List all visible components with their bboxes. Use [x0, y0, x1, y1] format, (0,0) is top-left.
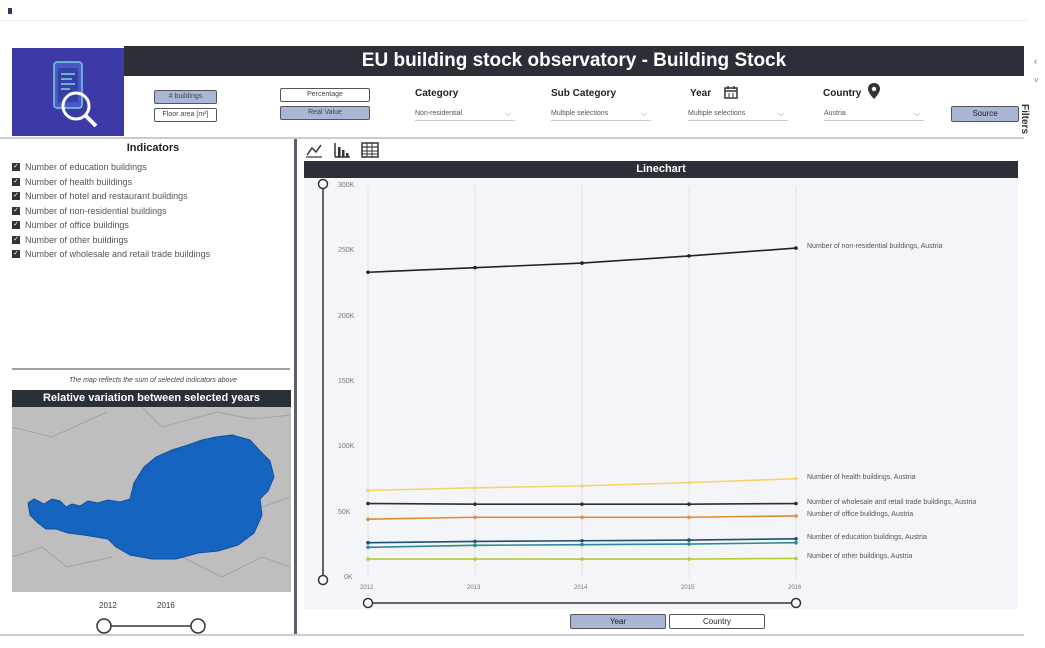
- series-end-label: Number of wholesale and retail trade bui…: [807, 498, 977, 506]
- data-point[interactable]: [687, 538, 691, 542]
- data-point[interactable]: [580, 557, 584, 561]
- data-point[interactable]: [366, 540, 370, 545]
- data-point[interactable]: [687, 515, 691, 520]
- series-end-label: Number of other buildings, Austria: [807, 553, 913, 561]
- data-point[interactable]: [366, 557, 370, 561]
- series-end-label: Number of office buildings, Austria: [807, 510, 914, 518]
- data-point[interactable]: [794, 556, 798, 561]
- data-point[interactable]: [794, 537, 798, 541]
- data-point[interactable]: [580, 261, 584, 265]
- data-point[interactable]: [580, 542, 584, 547]
- data-point[interactable]: [580, 502, 584, 506]
- data-point[interactable]: [473, 502, 477, 506]
- data-point[interactable]: [794, 540, 798, 545]
- series-end-label: Number of non-residential buildings, Aus…: [807, 243, 943, 251]
- year-view-button[interactable]: Year: [570, 614, 666, 629]
- data-point[interactable]: [366, 488, 370, 493]
- data-point[interactable]: [473, 557, 477, 561]
- y-slider-handle-bottom[interactable]: [317, 574, 329, 586]
- data-point[interactable]: [366, 545, 370, 550]
- data-point[interactable]: [473, 486, 477, 490]
- data-point[interactable]: [794, 476, 798, 481]
- data-point[interactable]: [687, 502, 691, 506]
- data-point[interactable]: [580, 538, 584, 543]
- data-point[interactable]: [580, 484, 584, 488]
- data-point[interactable]: [473, 543, 477, 548]
- x-slider-handle-end[interactable]: [790, 597, 802, 609]
- data-point[interactable]: [473, 265, 477, 270]
- series-end-label: Number of education buildings, Austria: [807, 533, 927, 541]
- data-point[interactable]: [687, 480, 691, 485]
- data-point[interactable]: [366, 270, 370, 275]
- data-point[interactable]: [794, 501, 798, 506]
- x-slider-handle-start[interactable]: [362, 597, 374, 609]
- country-view-button[interactable]: Country: [669, 614, 765, 629]
- data-point[interactable]: [687, 254, 691, 258]
- data-point[interactable]: [580, 515, 584, 520]
- data-point[interactable]: [687, 557, 691, 561]
- data-point[interactable]: [473, 539, 477, 544]
- data-point[interactable]: [366, 517, 370, 521]
- data-point[interactable]: [794, 514, 798, 518]
- data-point[interactable]: [473, 515, 477, 520]
- data-point[interactable]: [687, 542, 691, 546]
- data-point[interactable]: [366, 501, 370, 506]
- line-chart: [317, 178, 802, 609]
- data-point[interactable]: [794, 246, 798, 250]
- y-slider-handle-top[interactable]: [317, 178, 329, 190]
- series-end-label: Number of health buildings, Austria: [807, 473, 916, 481]
